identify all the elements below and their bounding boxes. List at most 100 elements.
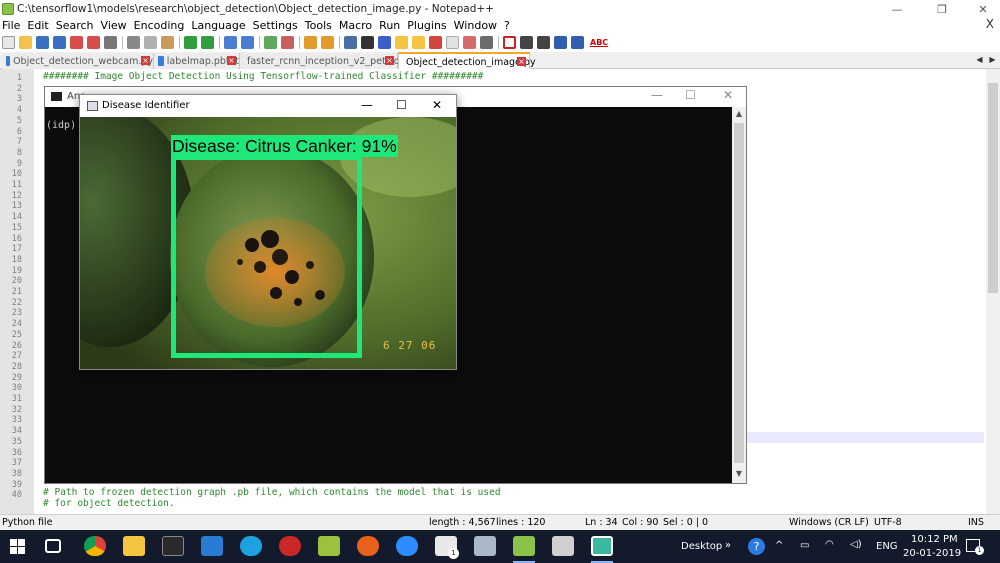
console-close-icon[interactable]: ✕ [723, 88, 733, 102]
record-macro-icon[interactable] [503, 35, 516, 49]
desktop-toolbar-label[interactable]: Desktop [681, 541, 722, 552]
tab-object-detection-image[interactable]: Object_detection_image.py × [398, 52, 536, 70]
editor-scrollbar-thumb[interactable] [988, 83, 998, 293]
photos-app-icon[interactable] [552, 536, 574, 556]
tab-object-detection-webcam[interactable]: Object_detection_webcam.py × [2, 53, 154, 69]
code-line-40[interactable]: # for object detection. [43, 498, 175, 509]
zoom-out-icon[interactable] [281, 35, 294, 49]
menu-help[interactable]: ? [504, 19, 510, 32]
volume-icon[interactable]: ◁) [850, 539, 862, 550]
save-all-icon[interactable] [53, 35, 66, 49]
clock-date[interactable]: 20-01-2019 [903, 548, 961, 559]
undo-icon[interactable] [184, 35, 197, 49]
puzzle-app-icon[interactable] [318, 536, 340, 556]
menu-encoding[interactable]: Encoding [134, 19, 185, 32]
eye-icon[interactable] [480, 35, 493, 49]
console-scrollbar[interactable]: ▲ ▼ [732, 107, 746, 483]
battery-icon[interactable]: ▭ [800, 540, 809, 551]
folder-workspace-icon[interactable] [446, 35, 459, 49]
menu-macro[interactable]: Macro [339, 19, 372, 32]
cut-icon[interactable] [127, 35, 140, 49]
word-wrap-icon[interactable] [344, 35, 357, 49]
close-file-icon[interactable] [70, 35, 83, 49]
print-icon[interactable] [104, 35, 117, 49]
task-view-icon[interactable] [45, 539, 61, 553]
chrome-icon[interactable] [84, 536, 106, 556]
file-explorer-icon[interactable] [123, 536, 145, 556]
scroll-down-icon[interactable]: ▼ [734, 469, 744, 479]
disease-identifier-window[interactable]: Disease Identifier — ☐ ✕ Disease: Citrus… [79, 94, 457, 370]
notepadpp-taskbar-icon[interactable] [513, 536, 535, 556]
network-app-icon[interactable] [474, 536, 496, 556]
save-icon[interactable] [36, 35, 49, 49]
menu-file[interactable]: File [2, 19, 20, 32]
paste-icon[interactable] [161, 35, 174, 49]
restore-icon[interactable]: ❐ [925, 0, 959, 18]
run-macro-multiple-icon[interactable] [554, 35, 567, 49]
help-icon[interactable]: ? [748, 538, 765, 555]
minimize-icon[interactable]: — [880, 0, 914, 18]
wifi-icon[interactable]: ◠ [825, 539, 834, 550]
menu-edit[interactable]: Edit [27, 19, 48, 32]
save-macro-icon[interactable] [571, 35, 584, 49]
desktop-chevron-icon[interactable]: » [725, 540, 731, 551]
close-tab-icon[interactable]: × [227, 56, 236, 65]
console-minimize-icon[interactable]: — [651, 88, 663, 102]
close-tab-icon[interactable]: × [517, 57, 526, 66]
zoom-app-icon[interactable] [396, 536, 418, 556]
menu-plugins[interactable]: Plugins [407, 19, 446, 32]
show-hidden-icons-icon[interactable]: ^ [775, 540, 783, 551]
spider-app-icon[interactable] [279, 536, 301, 556]
monitoring-icon[interactable] [463, 35, 476, 49]
open-file-icon[interactable] [19, 35, 32, 49]
play-macro-icon[interactable] [537, 35, 550, 49]
tab-scroll-right-icon[interactable]: ▶ [987, 54, 998, 66]
disease-maximize-icon[interactable]: ☐ [396, 98, 407, 112]
menu-view[interactable]: View [101, 19, 127, 32]
tab-scroll-left-icon[interactable]: ◀ [974, 54, 985, 66]
console-scroll-thumb[interactable] [734, 123, 744, 463]
disease-minimize-icon[interactable]: — [361, 98, 373, 112]
menu-run[interactable]: Run [379, 19, 400, 32]
sync-vertical-icon[interactable] [304, 35, 317, 49]
menu-language[interactable]: Language [191, 19, 245, 32]
udl-icon[interactable] [395, 35, 408, 49]
close-icon[interactable]: ✕ [966, 0, 1000, 18]
menu-window[interactable]: Window [454, 19, 497, 32]
menu-tools[interactable]: Tools [305, 19, 332, 32]
close-tab-icon[interactable]: × [141, 56, 150, 65]
code-line-39[interactable]: # Path to frozen detection graph .pb fil… [43, 487, 501, 498]
close-tab-icon[interactable]: × [385, 56, 394, 65]
python-window-icon[interactable] [591, 536, 613, 556]
menu-search[interactable]: Search [56, 19, 94, 32]
find-icon[interactable] [224, 35, 237, 49]
code-line-1[interactable]: ######## Image Object Detection Using Te… [43, 71, 483, 82]
menu-close-doc-icon[interactable]: X [986, 17, 994, 31]
function-list-icon[interactable] [429, 35, 442, 49]
compass-app-icon[interactable] [357, 536, 379, 556]
doc-map-icon[interactable] [412, 35, 425, 49]
show-all-chars-icon[interactable] [361, 35, 374, 49]
sync-horizontal-icon[interactable] [321, 35, 334, 49]
close-all-icon[interactable] [87, 35, 100, 49]
copy-icon[interactable] [144, 35, 157, 49]
indent-guide-icon[interactable] [378, 35, 391, 49]
status-eol[interactable]: Windows (CR LF) [789, 517, 869, 528]
stop-macro-icon[interactable] [520, 35, 533, 49]
menu-settings[interactable]: Settings [253, 19, 298, 32]
zoom-in-icon[interactable] [264, 35, 277, 49]
tab-faster-rcnn-config[interactable]: faster_rcnn_inception_v2_pets.config × [240, 53, 423, 69]
skype-icon[interactable] [240, 536, 262, 556]
replace-icon[interactable] [241, 35, 254, 49]
status-encoding[interactable]: UTF-8 [874, 517, 902, 528]
terminal-icon[interactable] [162, 536, 184, 556]
spellcheck-icon[interactable]: ABC [590, 38, 608, 47]
new-file-icon[interactable] [2, 35, 15, 49]
clock-time[interactable]: 10:12 PM [911, 534, 958, 545]
redo-icon[interactable] [201, 35, 214, 49]
console-maximize-icon[interactable]: ☐ [685, 88, 696, 102]
language-indicator[interactable]: ENG [876, 541, 898, 552]
scroll-up-icon[interactable]: ▲ [734, 109, 744, 119]
disease-close-icon[interactable]: ✕ [432, 98, 442, 112]
tab-labelmap[interactable]: labelmap.pbtxt × [154, 53, 240, 69]
